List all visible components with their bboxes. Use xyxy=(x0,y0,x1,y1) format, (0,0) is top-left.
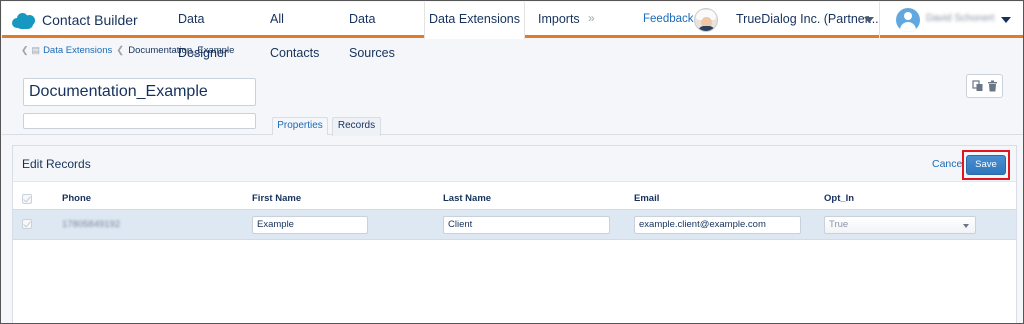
breadcrumb-current: Documentation_Example xyxy=(128,45,235,56)
brand[interactable]: Contact Builder xyxy=(12,8,138,32)
row-checkbox[interactable] xyxy=(22,219,32,229)
edit-records-panel: Edit Records Cancel Save Phone First Nam… xyxy=(12,145,1017,323)
extension-actions xyxy=(966,74,1003,98)
user-avatar-icon[interactable] xyxy=(896,8,920,32)
nav-overflow-icon[interactable]: » xyxy=(588,2,595,36)
app-title: Contact Builder xyxy=(42,12,138,28)
org-switcher-label[interactable]: TrueDialog Inc. (Partner... xyxy=(736,2,879,36)
copy-icon[interactable] xyxy=(971,80,984,92)
app-frame: Contact Builder Data Designer All Contac… xyxy=(0,0,1024,324)
tab-properties[interactable]: Properties xyxy=(272,117,328,135)
feedback-link[interactable]: Feedback xyxy=(643,2,694,36)
column-header-opt-in: Opt_In xyxy=(824,193,855,204)
nav-tab-imports[interactable]: Imports xyxy=(538,2,580,38)
column-header-first-name: First Name xyxy=(252,193,302,204)
data-extension-icon: ▤ xyxy=(31,45,41,55)
salesforce-cloud-icon xyxy=(12,12,36,29)
nav-tab-data-sources[interactable]: Data Sources xyxy=(349,2,415,60)
extension-name-field[interactable]: Documentation_Example xyxy=(23,78,256,106)
opt-in-caret-icon xyxy=(963,224,969,228)
table-row: 17805849192 Example Client example.clien… xyxy=(13,209,1016,240)
extension-description-field[interactable] xyxy=(23,113,256,129)
tab-records[interactable]: Records xyxy=(332,117,381,136)
save-button[interactable]: Save xyxy=(966,155,1006,175)
nav-tab-data-designer[interactable]: Data Designer xyxy=(178,2,248,60)
column-header-email: Email xyxy=(634,193,660,204)
top-navigation: Contact Builder Data Designer All Contac… xyxy=(2,2,1023,60)
panel-title: Edit Records xyxy=(22,157,91,171)
user-menu-caret-icon[interactable] xyxy=(1001,17,1011,23)
column-header-phone: Phone xyxy=(62,193,92,204)
opt-in-value: True xyxy=(829,219,849,230)
email-input[interactable]: example.client@example.com xyxy=(634,216,801,234)
einstein-avatar-icon[interactable] xyxy=(694,8,718,32)
breadcrumb: ❮ ▤ Data Extensions ❮ Documentation_Exam… xyxy=(21,45,234,56)
breadcrumb-back-icon[interactable]: ❮ xyxy=(21,45,29,56)
last-name-input[interactable]: Client xyxy=(443,216,610,234)
phone-value: 17805849192 xyxy=(62,219,121,230)
cancel-button[interactable]: Cancel xyxy=(932,158,965,170)
nav-tab-all-contacts[interactable]: All Contacts xyxy=(270,2,334,60)
org-dropdown-caret-icon[interactable] xyxy=(864,17,874,23)
nav-divider xyxy=(879,2,880,38)
first-name-input[interactable]: Example xyxy=(252,216,368,234)
nav-tab-data-extensions[interactable]: Data Extensions xyxy=(424,2,525,39)
user-name[interactable]: David Schonert xyxy=(926,2,994,36)
opt-in-select[interactable]: True xyxy=(824,216,976,234)
table-header: Phone First Name Last Name Email Opt_In xyxy=(13,188,1016,208)
breadcrumb-separator-icon: ❮ xyxy=(116,45,125,56)
column-header-last-name: Last Name xyxy=(443,193,492,204)
panel-header: Edit Records Cancel Save xyxy=(13,146,1016,182)
delete-trash-icon[interactable] xyxy=(987,80,998,92)
breadcrumb-data-extensions[interactable]: Data Extensions xyxy=(43,45,112,56)
tabs-baseline xyxy=(2,134,1023,135)
select-all-checkbox[interactable] xyxy=(22,194,32,204)
